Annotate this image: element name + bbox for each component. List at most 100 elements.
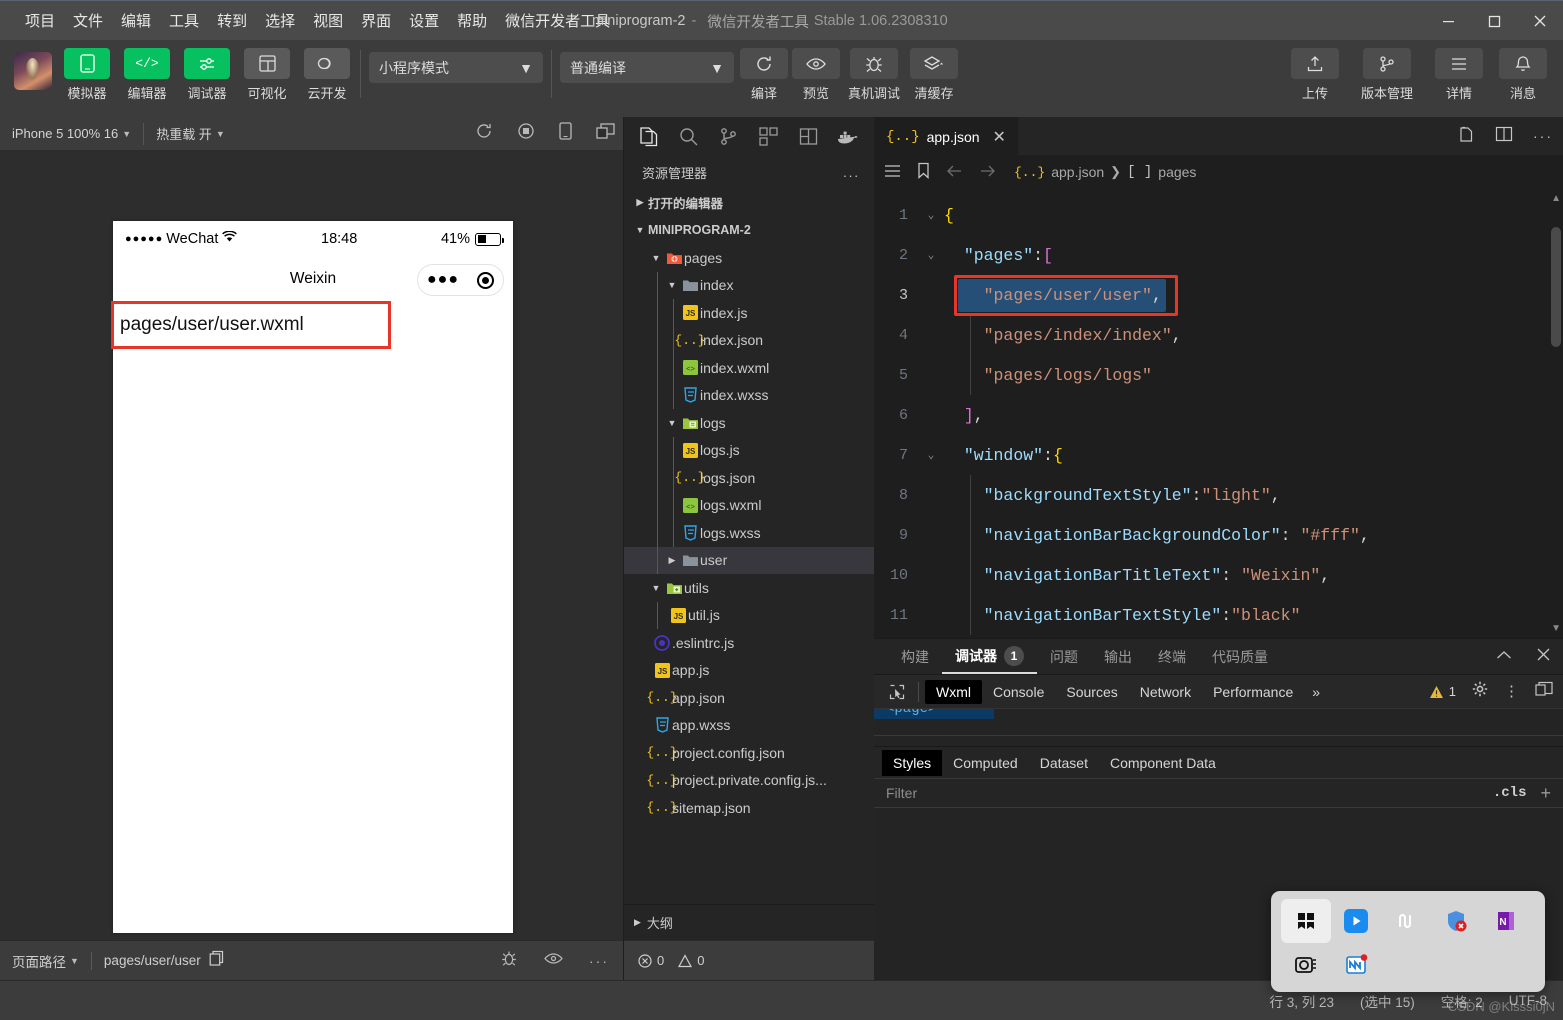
tree-item-index-wxss[interactable]: index.wxss bbox=[624, 381, 874, 409]
tree-item-logs-json[interactable]: {..} logs.json bbox=[624, 464, 874, 492]
toolbar-button-cloud[interactable]: 云开发 bbox=[302, 48, 352, 102]
toolbar-button-debugger[interactable]: 调试器 bbox=[182, 48, 232, 102]
cls-button[interactable]: .cls bbox=[1493, 785, 1527, 801]
gear-icon[interactable] bbox=[1472, 681, 1488, 702]
eye-icon[interactable] bbox=[544, 952, 563, 970]
toolbar-button-preview[interactable]: 预览 bbox=[790, 48, 842, 102]
toolbar-button-upload[interactable]: 上传 bbox=[1289, 48, 1341, 102]
tree-item-app-js[interactable]: JS app.js bbox=[624, 657, 874, 685]
wxml-tree-view[interactable]: <page> bbox=[874, 708, 1563, 746]
mode-select[interactable]: 小程序模式 ▼ bbox=[369, 52, 543, 83]
layout-icon[interactable] bbox=[244, 48, 290, 79]
code-editor[interactable]: 1 ⌄ { 2 ⌄ "pages":[ 3 "pages/user/user",… bbox=[874, 189, 1563, 638]
tree-item-logs-js[interactable]: JS logs.js bbox=[624, 436, 874, 464]
cursor-position[interactable]: 行 3, 列 23 bbox=[1269, 991, 1334, 1011]
extensions-icon[interactable] bbox=[748, 117, 788, 155]
tree-item-sitemap-json[interactable]: {..} sitemap.json bbox=[624, 794, 874, 822]
bell-icon[interactable] bbox=[1499, 48, 1547, 79]
toolbar-button-compile[interactable]: 编译 bbox=[738, 48, 790, 102]
new-file-icon[interactable] bbox=[1457, 125, 1475, 148]
breadcrumb-file[interactable]: {..} app.json bbox=[1014, 164, 1104, 180]
user-avatar[interactable] bbox=[14, 52, 52, 90]
outline-section[interactable]: ▶ 大纲 bbox=[624, 904, 874, 940]
close-target-icon[interactable] bbox=[477, 271, 494, 289]
menu-item-project[interactable]: 项目 bbox=[16, 4, 64, 37]
source-control-icon[interactable] bbox=[708, 117, 748, 155]
cloud-icon[interactable] bbox=[304, 48, 350, 79]
search-icon[interactable] bbox=[668, 117, 708, 155]
copy-icon[interactable] bbox=[209, 950, 224, 971]
panel-tab-debugger[interactable]: 调试器 1 bbox=[942, 639, 1037, 674]
phone-icon[interactable] bbox=[64, 48, 110, 79]
code-line[interactable]: 6 ], bbox=[874, 395, 1563, 435]
tree-item-utils-folder[interactable]: ▼ utils bbox=[624, 574, 874, 602]
nvidia-icon[interactable] bbox=[1381, 899, 1431, 943]
code-line[interactable]: 2 ⌄ "pages":[ bbox=[874, 235, 1563, 275]
code-line[interactable]: 5 "pages/logs/logs" bbox=[874, 355, 1563, 395]
chevron-down-icon[interactable]: ▼ bbox=[632, 225, 648, 235]
section-open-editors[interactable]: ▶ 打开的编辑器 bbox=[624, 189, 874, 217]
chevron-right-icon[interactable]: ▶ bbox=[664, 555, 680, 566]
fold-chevron-icon[interactable]: ⌄ bbox=[918, 448, 944, 462]
windows-start-icon[interactable] bbox=[1281, 899, 1331, 943]
chevron-up-icon[interactable] bbox=[1496, 648, 1512, 666]
dock-side-icon[interactable] bbox=[1535, 681, 1553, 702]
panel-tab-output[interactable]: 输出 bbox=[1091, 639, 1145, 674]
tree-item-pages[interactable]: ▼ pages bbox=[624, 244, 874, 272]
toolbar-button-details[interactable]: 详情 bbox=[1433, 48, 1485, 102]
docker-icon[interactable] bbox=[828, 117, 868, 155]
wechat-capsule-button[interactable]: ●●● bbox=[417, 264, 504, 296]
wxml-root-tag[interactable]: <page> bbox=[886, 709, 936, 717]
styles-filter-input[interactable] bbox=[874, 785, 1493, 801]
forward-arrow-icon[interactable] bbox=[979, 164, 996, 181]
files-icon[interactable] bbox=[628, 117, 668, 155]
outline-list-icon[interactable] bbox=[884, 164, 901, 181]
tree-item-index-wxml[interactable]: <> index.wxml bbox=[624, 354, 874, 382]
record-icon[interactable] bbox=[517, 122, 535, 145]
inspector-overflow-icon[interactable]: » bbox=[1304, 680, 1328, 704]
close-button[interactable] bbox=[1517, 1, 1563, 41]
chevron-right-icon[interactable]: ▶ bbox=[632, 197, 648, 208]
tree-item-index-folder[interactable]: ▼ index bbox=[624, 271, 874, 299]
chevron-down-icon[interactable]: ▼ bbox=[664, 418, 680, 428]
warning-count[interactable]: 0 bbox=[678, 953, 704, 968]
tree-item-logs-wxss[interactable]: logs.wxss bbox=[624, 519, 874, 547]
menu-item-view[interactable]: 视图 bbox=[304, 4, 352, 37]
layers-icon[interactable] bbox=[910, 48, 958, 79]
minimize-button[interactable] bbox=[1425, 1, 1471, 41]
device-icon[interactable] bbox=[559, 122, 572, 145]
code-line[interactable]: 12 }, bbox=[874, 635, 1563, 638]
inspector-tab-sources[interactable]: Sources bbox=[1055, 680, 1128, 704]
refresh-icon[interactable] bbox=[740, 48, 788, 79]
tree-item-eslintrc[interactable]: .eslintrc.js bbox=[624, 629, 874, 657]
toolbar-button-messages[interactable]: 消息 bbox=[1497, 48, 1549, 102]
code-line-selected[interactable]: 3 "pages/user/user", bbox=[874, 275, 1563, 316]
windows-icon[interactable] bbox=[596, 122, 615, 145]
eye-icon[interactable] bbox=[792, 48, 840, 79]
tree-item-project-config[interactable]: {..} project.config.json bbox=[624, 739, 874, 767]
fold-chevron-icon[interactable]: ⌄ bbox=[918, 208, 944, 222]
scroll-down-arrow-icon[interactable]: ▼ bbox=[1551, 623, 1561, 634]
toolbar-button-editor[interactable]: </> 编辑器 bbox=[122, 48, 172, 102]
defender-alert-icon[interactable] bbox=[1431, 899, 1481, 943]
code-icon[interactable]: </> bbox=[124, 48, 170, 79]
tree-item-util-js[interactable]: JS util.js bbox=[624, 601, 874, 629]
panel-tab-terminal[interactable]: 终端 bbox=[1145, 639, 1199, 674]
inspector-tab-network[interactable]: Network bbox=[1129, 680, 1202, 704]
toolbar-button-clear-cache[interactable]: 清缓存 bbox=[906, 48, 962, 102]
device-selector[interactable]: iPhone 5 100% 16 ▼ bbox=[0, 117, 143, 150]
tree-item-user-folder[interactable]: ▶ user bbox=[624, 546, 874, 574]
selection-info[interactable]: (选中 15) bbox=[1360, 991, 1415, 1011]
close-icon[interactable]: ✕ bbox=[993, 127, 1006, 147]
inspector-tab-console[interactable]: Console bbox=[982, 680, 1055, 704]
maximize-button[interactable] bbox=[1471, 1, 1517, 41]
toolbar-button-simulator[interactable]: 模拟器 bbox=[62, 48, 112, 102]
code-line[interactable]: 9 "navigationBarBackgroundColor": "#fff"… bbox=[874, 515, 1563, 555]
chevron-down-icon[interactable]: ▼ bbox=[648, 583, 664, 593]
split-editor-icon[interactable] bbox=[1495, 126, 1513, 147]
tree-item-project-private-config[interactable]: {..} project.private.config.js... bbox=[624, 767, 874, 795]
split-icon[interactable] bbox=[788, 117, 828, 155]
editor-tab-app-json[interactable]: {..} app.json ✕ bbox=[874, 117, 1018, 155]
onenote-icon[interactable]: N bbox=[1481, 899, 1531, 943]
upload-icon[interactable] bbox=[1291, 48, 1339, 79]
